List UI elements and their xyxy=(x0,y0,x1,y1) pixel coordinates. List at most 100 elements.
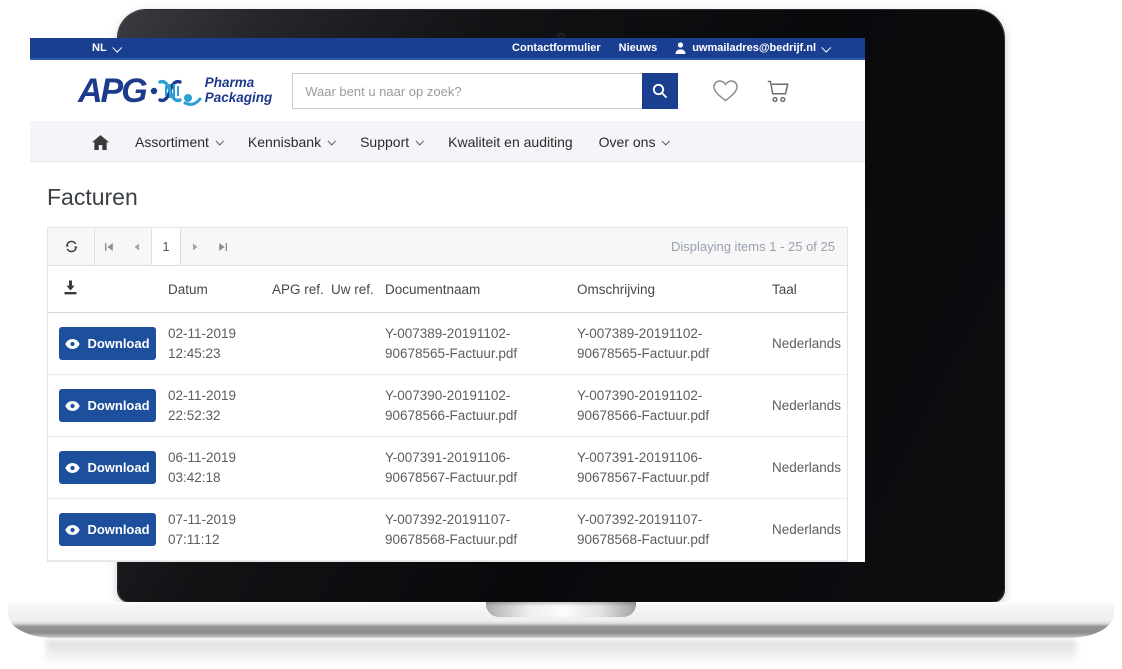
cell-omschrijving: Y-007391-20191106-90678567-Factuur.pdf xyxy=(577,448,772,488)
logo-tagline: Pharma Packaging xyxy=(205,76,273,106)
download-button-label: Download xyxy=(87,460,149,475)
refresh-button[interactable] xyxy=(48,228,95,265)
nav-kwaliteit-en-auditing[interactable]: Kwaliteit en auditing xyxy=(448,134,573,150)
cell-omschrijving: Y-007389-20191102-90678565-Factuur.pdf xyxy=(577,324,772,364)
nav-support[interactable]: Support xyxy=(360,134,422,150)
column-header-documentnaam: Documentnaam xyxy=(385,282,577,297)
nav-kennisbank[interactable]: Kennisbank xyxy=(248,134,334,150)
first-page-button[interactable] xyxy=(95,228,123,265)
nav-over-ons[interactable]: Over ons xyxy=(599,134,669,150)
download-icon xyxy=(63,280,78,295)
home-icon xyxy=(92,135,109,150)
refresh-icon xyxy=(64,239,79,254)
column-header-uw-ref: Uw ref. xyxy=(331,282,385,297)
chevron-down-icon xyxy=(821,42,831,52)
heart-icon xyxy=(712,79,739,103)
eye-icon xyxy=(65,463,80,473)
cell-datum: 02-11-201922:52:32 xyxy=(168,386,272,426)
eye-icon xyxy=(65,525,80,535)
cell-datum: 06-11-201903:42:18 xyxy=(168,448,272,488)
page-content: Facturen xyxy=(30,184,865,562)
language-selector[interactable]: NL xyxy=(92,42,120,54)
nav-label: Over ons xyxy=(599,134,656,150)
news-link[interactable]: Nieuws xyxy=(619,42,658,54)
search-icon xyxy=(652,83,668,99)
cell-taal: Nederlands xyxy=(772,398,847,413)
table-row: Download 07-11-201907:11:12 Y-007392-201… xyxy=(48,499,847,561)
nav-label: Kwaliteit en auditing xyxy=(448,134,573,150)
column-header-apg-ref: APG ref. xyxy=(272,282,331,297)
site-search xyxy=(292,73,678,109)
chevron-down-icon xyxy=(215,137,223,145)
previous-page-button[interactable] xyxy=(123,228,151,265)
download-all-control[interactable] xyxy=(48,280,168,298)
cart-icon xyxy=(765,79,792,104)
previous-page-icon xyxy=(132,242,142,252)
download-button-label: Download xyxy=(87,336,149,351)
main-navigation: Assortiment Kennisbank Support Kwaliteit… xyxy=(30,122,865,162)
column-header-omschrijving: Omschrijving xyxy=(577,282,772,297)
column-header-datum: Datum xyxy=(168,282,272,297)
table-toolbar: 1 Displaying items 1 - 25 of 25 xyxy=(48,228,847,266)
search-input[interactable] xyxy=(292,73,642,109)
topbar-links: Contactformulier Nieuws uwmailadres@bedr… xyxy=(512,42,829,54)
table-row: Download 06-11-201903:42:18 Y-007391-201… xyxy=(48,437,847,499)
nav-label: Kennisbank xyxy=(248,134,321,150)
next-page-button[interactable] xyxy=(181,228,209,265)
table-row: Download 02-11-201922:52:32 Y-007390-201… xyxy=(48,375,847,437)
contact-link[interactable]: Contactformulier xyxy=(512,42,601,54)
company-logo[interactable]: APG Pharma Packaging xyxy=(78,72,272,111)
cell-documentnaam: Y-007390-20191102-90678566-Factuur.pdf xyxy=(385,386,577,426)
cell-omschrijving: Y-007390-20191102-90678566-Factuur.pdf xyxy=(577,386,772,426)
wishlist-button[interactable] xyxy=(712,79,739,103)
cell-datum: 07-11-201907:11:12 xyxy=(168,510,272,550)
last-page-button[interactable] xyxy=(209,228,237,265)
next-page-icon xyxy=(190,242,200,252)
account-menu[interactable]: uwmailadres@bedrijf.nl xyxy=(675,42,829,54)
account-email: uwmailadres@bedrijf.nl xyxy=(692,42,816,54)
download-button-label: Download xyxy=(87,398,149,413)
cell-taal: Nederlands xyxy=(772,522,847,537)
download-button[interactable]: Download xyxy=(59,389,156,422)
browser-viewport: NL Contactformulier Nieuws uwmailadres@b… xyxy=(30,38,865,562)
cell-taal: Nederlands xyxy=(772,460,847,475)
download-button[interactable]: Download xyxy=(59,451,156,484)
logo-wordmark: APG xyxy=(78,72,146,111)
laptop-mockup-page: { "topbar": { "language": "NL", "contact… xyxy=(0,0,1122,669)
download-button[interactable]: Download xyxy=(59,327,156,360)
table-row: Download 02-11-201912:45:23 Y-007389-201… xyxy=(48,313,847,375)
chevron-down-icon xyxy=(328,137,336,145)
dna-logo-icon xyxy=(150,73,202,109)
chevron-down-icon xyxy=(416,137,424,145)
nav-label: Assortiment xyxy=(135,134,209,150)
eye-icon xyxy=(65,339,80,349)
download-button-label: Download xyxy=(87,522,149,537)
cell-datum: 02-11-201912:45:23 xyxy=(168,324,272,364)
page-title: Facturen xyxy=(47,184,848,211)
laptop-lid-notch xyxy=(486,602,636,617)
cell-documentnaam: Y-007389-20191102-90678565-Factuur.pdf xyxy=(385,324,577,364)
cell-taal: Nederlands xyxy=(772,336,847,351)
cell-omschrijving: Y-007392-20191107-90678568-Factuur.pdf xyxy=(577,510,772,550)
nav-assortiment[interactable]: Assortiment xyxy=(135,134,222,150)
chevron-down-icon xyxy=(662,137,670,145)
column-header-taal: Taal xyxy=(772,282,847,297)
last-page-icon xyxy=(218,242,228,252)
cell-documentnaam: Y-007392-20191107-90678568-Factuur.pdf xyxy=(385,510,577,550)
top-utility-bar: NL Contactformulier Nieuws uwmailadres@b… xyxy=(30,38,865,60)
nav-home[interactable] xyxy=(92,135,109,150)
pagination-status: Displaying items 1 - 25 of 25 xyxy=(671,228,847,265)
current-page-indicator: 1 xyxy=(151,228,181,265)
table-header-row: Datum APG ref. Uw ref. Documentnaam Omsc… xyxy=(48,266,847,313)
language-label: NL xyxy=(92,42,107,54)
search-button[interactable] xyxy=(642,73,678,109)
nav-label: Support xyxy=(360,134,409,150)
download-button[interactable]: Download xyxy=(59,513,156,546)
user-icon xyxy=(675,42,686,54)
eye-icon xyxy=(65,401,80,411)
cart-button[interactable] xyxy=(765,79,792,104)
first-page-icon xyxy=(104,242,114,252)
chevron-down-icon xyxy=(112,42,122,52)
laptop-reflection xyxy=(46,640,1076,666)
site-header: APG Pharma Packaging xyxy=(30,60,865,122)
